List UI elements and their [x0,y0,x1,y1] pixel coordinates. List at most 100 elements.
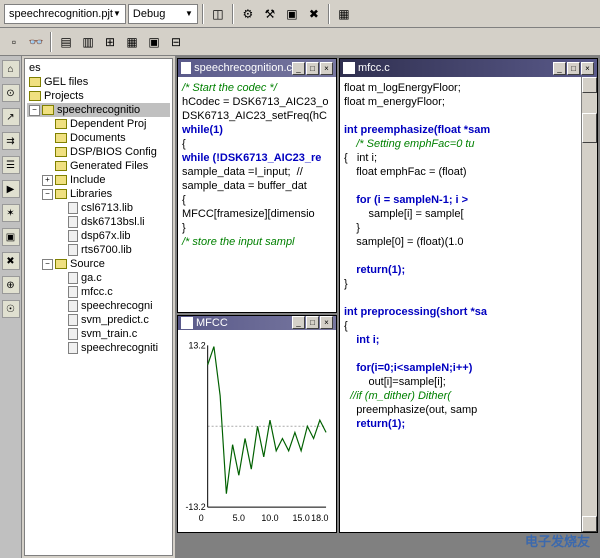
sidebar-tool-icon[interactable]: ☉ [2,300,20,318]
file-icon [68,286,78,298]
rebuild-icon[interactable]: ⚒ [260,4,280,24]
config-dropdown[interactable]: Debug ▼ [128,4,198,24]
expand-icon[interactable]: + [42,175,53,186]
titlebar[interactable]: mfcc.c _ □ × [340,59,597,77]
tree-item[interactable]: −Source [40,257,170,271]
folder-icon [55,133,67,143]
svg-text:-13.2: -13.2 [185,502,205,512]
sidebar-tool-icon[interactable]: ⇉ [2,132,20,150]
toolbar-button[interactable]: ◫ [208,4,228,24]
file-icon [68,272,78,284]
folder-icon [55,161,67,171]
vertical-scrollbar[interactable] [581,77,597,532]
tree-item[interactable]: +Include [40,173,170,187]
file-icon [68,314,78,326]
tree-file[interactable]: svm_train.c [66,327,170,341]
stop-icon[interactable]: ✖ [304,4,324,24]
toolbar-button[interactable]: ⊞ [100,32,120,52]
folder-icon [55,259,67,269]
run-icon[interactable]: ▶ [2,180,20,198]
scroll-up-icon[interactable] [582,77,597,93]
file-icon [68,244,78,256]
sidebar-tool-icon[interactable]: ☰ [2,156,20,174]
sidebar-tool-icon[interactable]: ⊕ [2,276,20,294]
toolbar-secondary: ▫ 👓 ▤ ▥ ⊞ ▦ ▣ ⊟ [0,28,600,56]
sidebar-tool-icon[interactable]: ↗ [2,108,20,126]
tree-item[interactable]: es [27,61,170,75]
file-icon [68,216,78,228]
maximize-icon[interactable]: □ [567,62,580,75]
toolbar-button[interactable]: ▫ [4,32,24,52]
titlebar[interactable]: speechrecognition.c _ □ × [178,59,336,77]
close-icon[interactable]: × [581,62,594,75]
folder-icon [55,119,67,129]
chart-window-mfcc: MFCC _ □ × 13.2-13.25.010.015.018.00 [177,315,337,533]
project-dropdown[interactable]: speechrecognition.pjt ▼ [4,4,126,24]
tree-item-project[interactable]: −speechrecognitio [27,103,170,117]
toolbar-separator [232,4,234,24]
file-icon [68,202,78,214]
folder-icon [55,189,67,199]
toolbar-button[interactable]: ⊟ [166,32,186,52]
svg-text:0: 0 [199,513,204,523]
tree-file[interactable]: speechrecogniti [66,341,170,355]
tree-item[interactable]: −Libraries [40,187,170,201]
toolbar-button[interactable]: ▣ [144,32,164,52]
compile-icon[interactable]: ▣ [282,4,302,24]
toolbar-button[interactable]: ▥ [78,32,98,52]
maximize-icon[interactable]: □ [306,62,319,75]
chart-icon [181,317,193,329]
sidebar-tool-icon[interactable]: ⊙ [2,84,20,102]
sidebar-tool-icon[interactable]: ✖ [2,252,20,270]
tree-item[interactable]: GEL files [27,75,170,89]
file-icon [68,300,78,312]
sidebar-tool-icon[interactable]: ▣ [2,228,20,246]
file-icon [181,62,191,74]
minimize-icon[interactable]: _ [292,316,305,329]
build-icon[interactable]: ⚙ [238,4,258,24]
tree-file[interactable]: speechrecogni [66,299,170,313]
tree-file[interactable]: csl6713.lib [66,201,170,215]
collapse-icon[interactable]: − [42,259,53,270]
tree-item[interactable]: DSP/BIOS Config [40,145,170,159]
svg-text:15.0: 15.0 [293,513,310,523]
tree-file[interactable]: dsp67x.lib [66,229,170,243]
titlebar[interactable]: MFCC _ □ × [178,316,336,330]
file-icon [68,342,78,354]
minimize-icon[interactable]: _ [292,62,305,75]
editor-window-speechrecognition: speechrecognition.c _ □ × /* Start the c… [177,58,337,313]
collapse-icon[interactable]: − [42,189,53,200]
code-editor[interactable]: float m_logEnergyFloor;float m_energyFlo… [340,77,581,532]
sidebar-tool-icon[interactable]: ⌂ [2,60,20,78]
tree-file[interactable]: mfcc.c [66,285,170,299]
close-icon[interactable]: × [320,316,333,329]
tree-file[interactable]: dsk6713bsl.li [66,215,170,229]
sidebar-tool-icon[interactable]: ✶ [2,204,20,222]
toolbar-button[interactable]: ▤ [56,32,76,52]
svg-text:5.0: 5.0 [233,513,245,523]
toolbar-separator [202,4,204,24]
tree-file[interactable]: ga.c [66,271,170,285]
main-area: ⌂ ⊙ ↗ ⇉ ☰ ▶ ✶ ▣ ✖ ⊕ ☉ es GEL files Proje… [0,56,600,558]
project-tree[interactable]: es GEL files Projects −speechrecognitio … [24,58,173,556]
scrollbar-thumb[interactable] [582,113,597,143]
close-icon[interactable]: × [320,62,333,75]
maximize-icon[interactable]: □ [306,316,319,329]
tree-file[interactable]: rts6700.lib [66,243,170,257]
tree-item[interactable]: Dependent Proj [40,117,170,131]
toolbar-button[interactable]: ▦ [334,4,354,24]
sidebar: ⌂ ⊙ ↗ ⇉ ☰ ▶ ✶ ▣ ✖ ⊕ ☉ es GEL files Proje… [0,56,175,558]
collapse-icon[interactable]: − [29,105,40,116]
chart-canvas[interactable]: 13.2-13.25.010.015.018.00 [178,330,336,532]
chevron-down-icon: ▼ [185,9,193,18]
folder-icon [29,77,41,87]
glasses-icon[interactable]: 👓 [26,32,46,52]
tree-file[interactable]: svm_predict.c [66,313,170,327]
minimize-icon[interactable]: _ [553,62,566,75]
tree-item[interactable]: Generated Files [40,159,170,173]
code-editor[interactable]: /* Start the codec */hCodec = DSK6713_AI… [178,77,336,312]
toolbar-button[interactable]: ▦ [122,32,142,52]
tree-item[interactable]: Documents [40,131,170,145]
tree-item[interactable]: Projects [27,89,170,103]
folder-icon [29,91,41,101]
